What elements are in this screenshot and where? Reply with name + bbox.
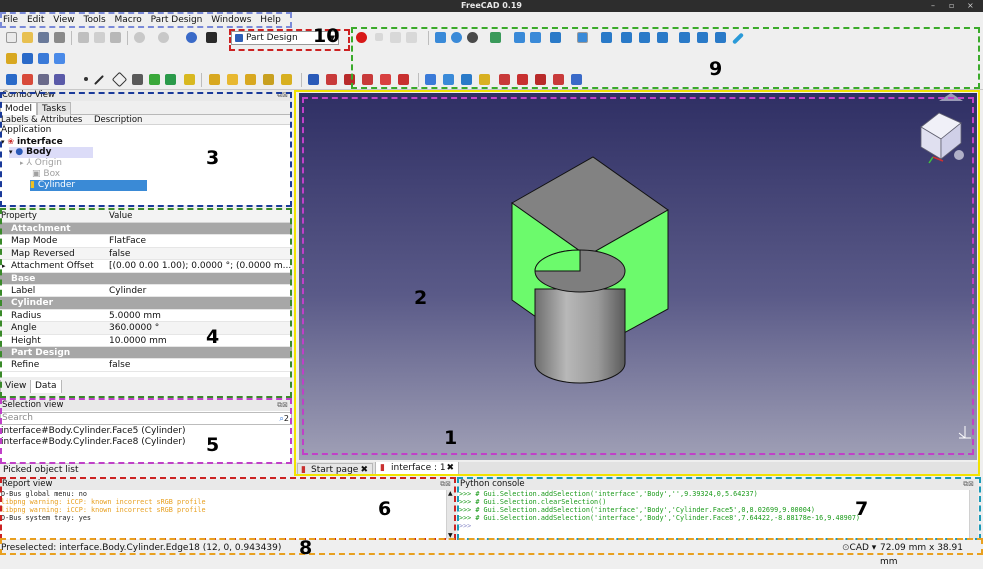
annotation-box-9	[351, 27, 980, 89]
callout-8: 8	[299, 537, 313, 559]
save-icon[interactable]	[38, 32, 49, 43]
picked-object-list-label: Picked object list	[3, 465, 79, 475]
loft-icon[interactable]	[245, 74, 256, 85]
pad-icon[interactable]	[209, 74, 220, 85]
datum-point-icon[interactable]	[84, 77, 88, 81]
open-file-icon[interactable]	[22, 32, 33, 43]
window-titlebar: FreeCAD 0.19 – ▫ ×	[0, 0, 983, 12]
picked-object-list-toggle[interactable]: Picked object list	[0, 463, 292, 476]
annotation-box-7	[457, 477, 981, 540]
minimize-icon[interactable]: –	[931, 0, 935, 12]
annotation-box-4	[0, 208, 292, 398]
refresh-icon[interactable]	[186, 32, 197, 43]
sketch-icon[interactable]	[22, 74, 33, 85]
annotation-box-5	[0, 398, 292, 464]
callout-7: 7	[855, 498, 869, 520]
link-icon[interactable]	[54, 53, 65, 64]
sweep-icon[interactable]	[263, 74, 274, 85]
datum-plane-icon[interactable]	[111, 71, 128, 88]
create-group-icon[interactable]	[38, 53, 49, 64]
callout-6: 6	[378, 498, 392, 520]
hole-icon[interactable]	[326, 74, 337, 85]
annotation-box-2	[302, 97, 974, 455]
callout-3: 3	[206, 147, 220, 169]
pocket-icon[interactable]	[308, 74, 319, 85]
datum-line-icon[interactable]	[94, 75, 104, 85]
callout-1: 1	[444, 427, 458, 449]
shapebinder-icon[interactable]	[149, 74, 160, 85]
callout-9: 9	[709, 58, 723, 80]
callout-2: 2	[414, 287, 428, 309]
new-file-icon[interactable]	[6, 32, 17, 43]
window-title: FreeCAD 0.19	[461, 1, 522, 10]
clone-icon[interactable]	[54, 74, 65, 85]
callout-5: 5	[206, 434, 220, 456]
redo-icon[interactable]	[158, 32, 169, 43]
local-cs-icon[interactable]	[132, 74, 143, 85]
annotation-box-3	[0, 92, 292, 207]
copy-icon[interactable]	[94, 32, 105, 43]
whats-this-icon[interactable]	[206, 32, 217, 43]
body-tool-icon[interactable]	[6, 74, 17, 85]
additive-primitive-icon[interactable]	[281, 74, 292, 85]
create-part-icon[interactable]	[22, 53, 33, 64]
maximize-icon[interactable]: ▫	[949, 0, 954, 12]
subshapebinder-icon[interactable]	[165, 74, 176, 85]
print-icon[interactable]	[54, 32, 65, 43]
annotation-box-8	[0, 538, 983, 555]
callout-4: 4	[206, 326, 220, 348]
clone-body-icon[interactable]	[184, 74, 195, 85]
close-icon[interactable]: ×	[967, 0, 974, 12]
revolution-icon[interactable]	[227, 74, 238, 85]
callout-10: 10	[313, 25, 340, 47]
validate-sketch-icon[interactable]	[38, 74, 49, 85]
cut-icon[interactable]	[78, 32, 89, 43]
create-body-icon[interactable]	[6, 53, 17, 64]
paste-icon[interactable]	[110, 32, 121, 43]
annotation-box-menu	[0, 12, 292, 28]
undo-icon[interactable]	[134, 32, 145, 43]
